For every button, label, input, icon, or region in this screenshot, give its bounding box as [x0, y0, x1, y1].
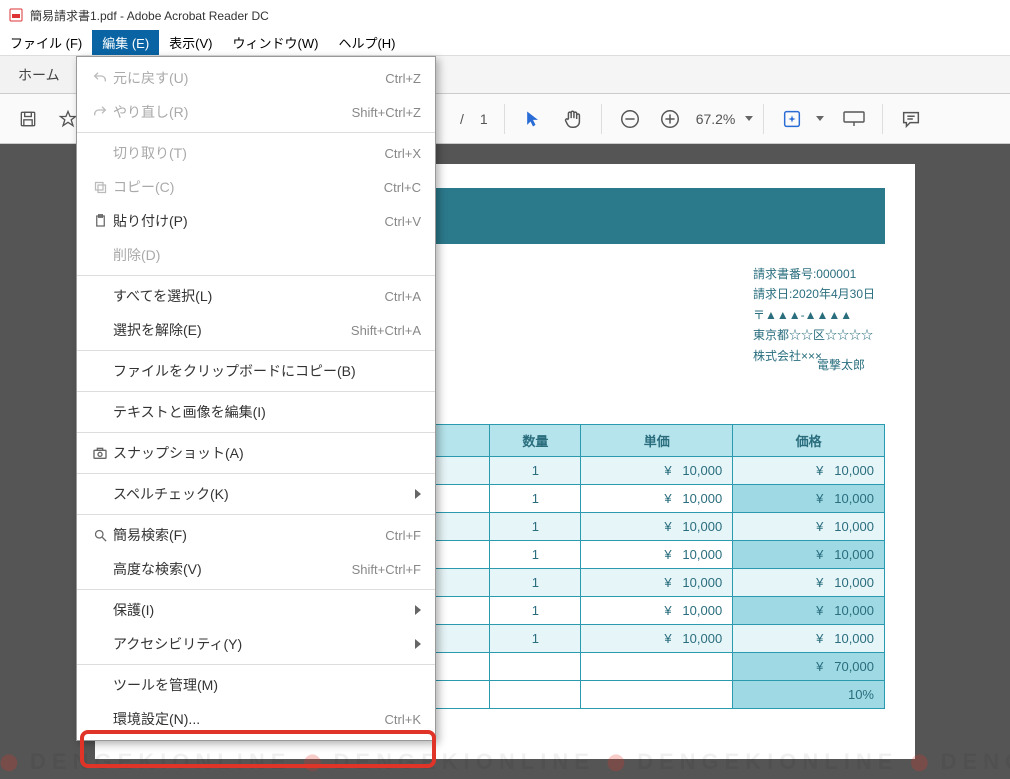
menubar: ファイル (F) 編集 (E) 表示(V) ウィンドウ(W) ヘルプ(H) — [0, 30, 1010, 56]
titlebar: 簡易請求書1.pdf - Adobe Acrobat Reader DC — [0, 0, 1010, 30]
search-icon — [87, 528, 113, 543]
redo-icon — [87, 104, 113, 120]
menu-manage-tools[interactable]: ツールを管理(M) — [77, 668, 435, 702]
menu-copy[interactable]: コピー(C)Ctrl+C — [77, 170, 435, 204]
stamp-name: 電撃太郎 — [817, 356, 865, 373]
menu-edit-text-image[interactable]: テキストと画像を編集(I) — [77, 395, 435, 429]
sparkle-tool-button[interactable] — [774, 101, 810, 137]
tab-home[interactable]: ホーム — [0, 56, 79, 93]
menu-view[interactable]: 表示(V) — [159, 30, 222, 55]
menu-advanced-find[interactable]: 高度な検索(V)Shift+Ctrl+F — [77, 552, 435, 586]
comment-tool-button[interactable] — [893, 101, 929, 137]
copy-icon — [87, 180, 113, 195]
camera-icon — [87, 446, 113, 460]
zoom-in-button[interactable] — [652, 101, 688, 137]
menu-undo[interactable]: 元に戻す(U)Ctrl+Z — [77, 61, 435, 95]
page-separator: / — [454, 111, 470, 127]
menu-select-all[interactable]: すべてを選択(L)Ctrl+A — [77, 279, 435, 313]
menu-spellcheck[interactable]: スペルチェック(K) — [77, 477, 435, 511]
hand-tool-button[interactable] — [555, 101, 591, 137]
menu-window[interactable]: ウィンドウ(W) — [223, 30, 329, 55]
edit-menu-dropdown: 元に戻す(U)Ctrl+Z やり直し(R)Shift+Ctrl+Z 切り取り(T… — [76, 56, 436, 741]
menu-preferences[interactable]: 環境設定(N)...Ctrl+K — [77, 702, 435, 736]
menu-find[interactable]: 簡易検索(F)Ctrl+F — [77, 518, 435, 552]
menu-snapshot[interactable]: スナップショット(A) — [77, 436, 435, 470]
chevron-right-icon — [415, 639, 421, 649]
zoom-dropdown-caret[interactable] — [745, 116, 753, 121]
selection-tool-button[interactable] — [515, 101, 551, 137]
menu-cut[interactable]: 切り取り(T)Ctrl+X — [77, 136, 435, 170]
menu-help[interactable]: ヘルプ(H) — [328, 30, 405, 55]
menu-deselect[interactable]: 選択を解除(E)Shift+Ctrl+A — [77, 313, 435, 347]
chevron-right-icon — [415, 605, 421, 615]
page-total: 1 — [474, 111, 494, 127]
keyboard-tool-button[interactable] — [836, 101, 872, 137]
zoom-value[interactable]: 67.2% — [692, 111, 740, 127]
save-button[interactable] — [10, 101, 46, 137]
menu-accessibility[interactable]: アクセシビリティ(Y) — [77, 627, 435, 661]
menu-edit[interactable]: 編集 (E) — [92, 30, 159, 55]
menu-paste[interactable]: 貼り付け(P)Ctrl+V — [77, 204, 435, 238]
sparkle-dropdown-caret[interactable] — [816, 116, 824, 121]
col-qty: 数量 — [490, 425, 581, 457]
menu-protect[interactable]: 保護(I) — [77, 593, 435, 627]
menu-file[interactable]: ファイル (F) — [0, 30, 92, 55]
zoom-out-button[interactable] — [612, 101, 648, 137]
invoice-info: 請求書番号:000001 請求日:2020年4月30日 〒▲▲▲-▲▲▲▲ 東京… — [753, 264, 875, 366]
chevron-right-icon — [415, 489, 421, 499]
col-price: 価格 — [733, 425, 885, 457]
menu-delete[interactable]: 削除(D) — [77, 238, 435, 272]
paste-icon — [87, 213, 113, 229]
menu-redo[interactable]: やり直し(R)Shift+Ctrl+Z — [77, 95, 435, 129]
window-title: 簡易請求書1.pdf - Adobe Acrobat Reader DC — [30, 7, 269, 24]
col-unit: 単価 — [581, 425, 733, 457]
menu-copy-file-to-clipboard[interactable]: ファイルをクリップボードにコピー(B) — [77, 354, 435, 388]
pdf-icon — [8, 7, 24, 23]
undo-icon — [87, 70, 113, 86]
